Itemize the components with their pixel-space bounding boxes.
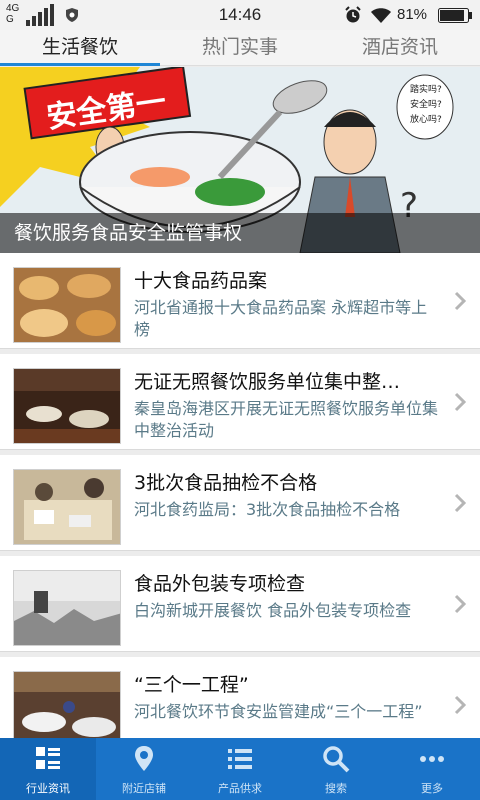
nav-label: 行业资讯 <box>26 782 70 795</box>
status-bar: 4G G 14:46 81% <box>0 0 480 30</box>
news-item[interactable]: 十大食品药品案 河北省通报十大食品药品案 永辉超市等上榜 <box>0 253 480 349</box>
chevron-right-icon <box>454 392 466 412</box>
news-item[interactable]: 食品外包装专项检查 白沟新城开展餐饮 食品外包装专项检查 <box>0 556 480 652</box>
news-title: 食品外包装专项检查 <box>134 573 306 595</box>
bottom-nav: 行业资讯 附近店铺 产品供求 搜索 更多 <box>0 738 480 800</box>
news-desc: 河北省通报十大食品药品案 永辉超市等上榜 <box>134 298 428 339</box>
news-list: 十大食品药品案 河北省通报十大食品药品案 永辉超市等上榜 无证无照餐饮服务单位集… <box>0 253 480 738</box>
bubble-line-3: 放心吗? <box>410 113 442 125</box>
featured-banner[interactable]: 安全第一 踏实吗? 安全吗? 放心吗? ? 餐饮服务食品安全监管事权 <box>0 67 480 253</box>
bubble-line-2: 安全吗? <box>410 98 442 110</box>
category-tabs: 生活餐饮 热门实事 酒店资讯 <box>0 30 480 66</box>
news-desc: 白沟新城开展餐饮 食品外包装专项检查 <box>134 601 412 620</box>
chevron-right-icon <box>454 695 466 715</box>
grid-list-icon <box>36 747 60 769</box>
banquet-hall-icon <box>13 671 121 738</box>
tab-life-dining[interactable]: 生活餐饮 <box>0 30 160 66</box>
tab-hot-news[interactable]: 热门实事 <box>160 30 320 65</box>
wifi-icon <box>371 8 391 23</box>
news-item[interactable]: 3批次食品抽检不合格 河北食药监局：3批次食品抽检不合格 <box>0 455 480 551</box>
nav-label: 附近店铺 <box>122 782 166 795</box>
battery-percent: 81% <box>397 6 428 23</box>
search-icon <box>323 746 350 773</box>
bubble-line-1: 踏实吗? <box>410 83 442 95</box>
tab-hotel-news[interactable]: 酒店资讯 <box>320 30 480 65</box>
nav-more[interactable]: 更多 <box>384 738 480 800</box>
restaurant-hall-icon <box>13 368 121 444</box>
news-title: 3批次食品抽检不合格 <box>134 472 318 494</box>
news-title: 十大食品药品案 <box>134 270 268 292</box>
nav-product-supply[interactable]: 产品供求 <box>192 738 288 800</box>
news-item[interactable]: 无证无照餐饮服务单位集中整… 秦皇岛海港区开展无证无照餐饮服务单位集中整治活动 <box>0 354 480 450</box>
nav-label: 更多 <box>421 782 443 795</box>
battery-icon <box>438 8 472 23</box>
nav-label: 产品供求 <box>218 782 262 795</box>
news-desc: 河北食药监局：3批次食品抽检不合格 <box>134 500 401 519</box>
inspection-icon <box>13 469 121 545</box>
news-title: “三个一工程” <box>134 674 249 696</box>
more-icon <box>420 756 444 762</box>
alarm-icon <box>345 6 361 23</box>
news-desc: 河北餐饮环节食安监管建成“三个一工程” <box>134 702 423 721</box>
map-pin-icon <box>135 746 153 771</box>
dim-sum-icon <box>13 267 121 343</box>
nav-label: 搜索 <box>325 782 347 795</box>
list-icon <box>228 749 252 769</box>
news-title: 无证无照餐饮服务单位集中整… <box>134 371 401 393</box>
nav-nearby-shops[interactable]: 附近店铺 <box>96 738 192 800</box>
news-item[interactable]: “三个一工程” 河北餐饮环节食安监管建成“三个一工程” <box>0 657 480 738</box>
chevron-right-icon <box>454 291 466 311</box>
banner-caption: 餐饮服务食品安全监管事权 <box>0 213 480 253</box>
chevron-right-icon <box>454 594 466 614</box>
news-desc: 秦皇岛海港区开展无证无照餐饮服务单位集中整治活动 <box>134 399 439 440</box>
chevron-right-icon <box>454 493 466 513</box>
nav-search[interactable]: 搜索 <box>288 738 384 800</box>
nav-industry-news[interactable]: 行业资讯 <box>0 738 96 800</box>
demolition-site-icon <box>13 570 121 646</box>
